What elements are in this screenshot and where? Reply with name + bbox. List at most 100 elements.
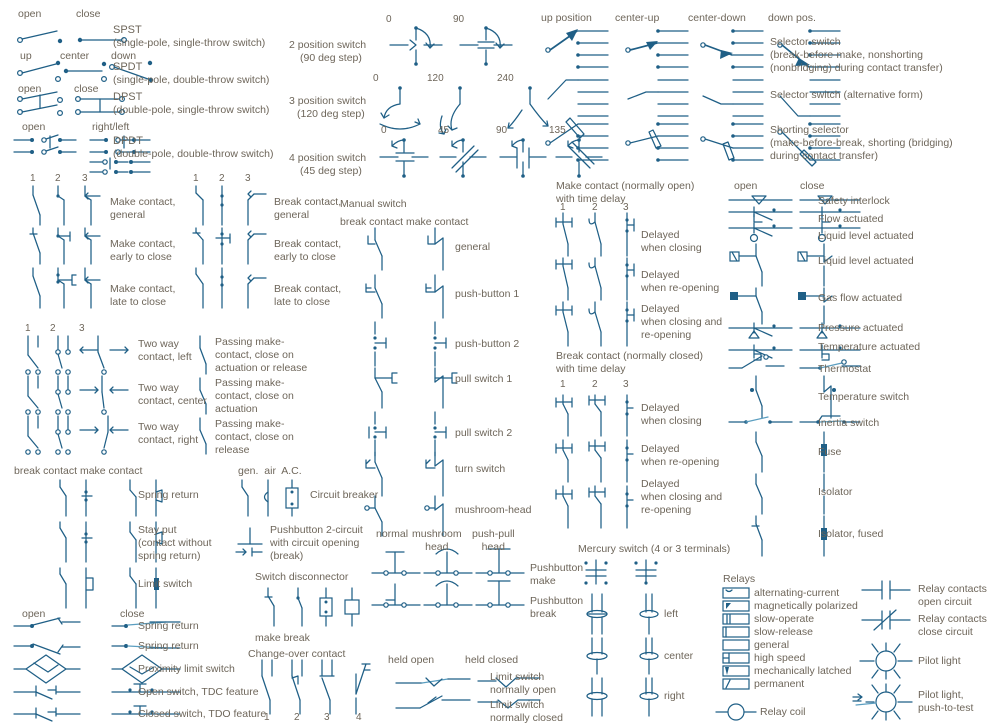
label-3pos-angle-0: 0 xyxy=(373,73,379,84)
label-td-break-3-l2: when closing and xyxy=(641,491,723,503)
label-relays-title: Relays xyxy=(723,573,756,585)
label-selector-1-l2: (break-before-make, nonshorting xyxy=(770,49,923,61)
label-spdt-desc: (single-pole, double-throw switch) xyxy=(113,74,270,86)
label-2pos-step: (90 deg step) xyxy=(300,52,362,64)
symbol-dpdt-open xyxy=(13,134,77,155)
label-4pos-name: 4 position switch xyxy=(289,152,367,164)
label-relaycontacts-open-l1: Relay contacts, xyxy=(918,583,987,595)
label-oc-row-5: Closed switch, TDO feature xyxy=(138,708,267,720)
label-held-open: held open xyxy=(388,654,435,666)
label-twoway-2-l1: Two way xyxy=(138,382,179,394)
label-act-pressure: Pressure actuated xyxy=(818,322,904,334)
label-break-2-l2: early to close xyxy=(274,251,336,263)
label-held-closed: held closed xyxy=(465,654,519,666)
label-twoway-1-l2: contact, left xyxy=(138,351,192,363)
label-mercury-left: left xyxy=(664,608,679,620)
label-heldlimit-1-l2: normally open xyxy=(490,684,556,696)
label-break-1-l1: Break contact, xyxy=(274,196,342,208)
label-twoway-num-1: 1 xyxy=(25,323,31,334)
label-oc-row-3: Proximity limit switch xyxy=(138,663,235,675)
label-act-liquid-1: Liquid level actuated xyxy=(818,230,914,242)
label-act-fuse: Fuse xyxy=(818,446,842,458)
symbol-2pos-0 xyxy=(389,26,443,66)
label-pb-normal: normal xyxy=(376,528,409,540)
symbol-spdt-up xyxy=(17,60,61,82)
label-act-thermostat: Thermostat xyxy=(818,363,872,375)
label-breaker-header: gen. air A.C. xyxy=(238,465,302,477)
label-td-make-num-2: 2 xyxy=(592,202,598,213)
label-td-break-3-l3: re-opening xyxy=(641,504,692,516)
label-pb2c-l2: with circuit opening xyxy=(270,537,360,549)
label-make-num-1: 1 xyxy=(30,173,36,184)
label-td-make-num-1: 1 xyxy=(560,202,566,213)
label-mercury-center: center xyxy=(664,650,694,662)
symbol-twoway-contacts xyxy=(25,335,129,455)
symbol-relay-boxes xyxy=(715,587,757,721)
label-3pos-angle-240: 240 xyxy=(497,73,514,84)
label-make-num-2: 2 xyxy=(55,173,61,184)
label-4pos-angle-135: 135 xyxy=(549,125,566,136)
label-dpst-open: open xyxy=(18,83,42,95)
label-break-num-2: 2 xyxy=(219,173,225,184)
label-td-break-num-3: 3 xyxy=(623,379,629,390)
symbol-3pos-240 xyxy=(507,86,549,129)
label-selector-1-l3: (nonbridging) during contact transfer) xyxy=(770,62,943,74)
label-4pos-angle-45: 45 xyxy=(438,125,450,136)
label-dpdt-abbr: DPDT xyxy=(113,135,143,147)
label-3pos-step: (120 deg step) xyxy=(297,108,365,120)
label-pb2c-l3: (break) xyxy=(270,550,304,562)
label-td-break-3-l1: Delayed xyxy=(641,478,680,490)
label-4pos-angle-90: 90 xyxy=(496,125,508,136)
label-break-2-l1: Break contact, xyxy=(274,238,342,250)
symbol-4pos-90 xyxy=(499,138,547,178)
symbol-4pos-45 xyxy=(439,138,487,178)
label-dpdt-open: open xyxy=(22,121,46,133)
label-make-3-l2: late to close xyxy=(110,296,167,308)
label-act-open: open xyxy=(734,180,758,192)
label-td-break-num-2: 2 xyxy=(592,379,598,390)
label-spring-header: break contact make contact xyxy=(14,465,143,477)
label-td-break-2-l2: when re-opening xyxy=(641,456,720,468)
symbol-circuit-breaker xyxy=(241,479,299,517)
label-spdt-up: up xyxy=(20,50,32,62)
label-pb-pushpull: push-pull head xyxy=(472,528,515,553)
label-spst-desc: (single-pole, single-throw switch) xyxy=(113,37,266,49)
label-td-make-1-l1: Delayed xyxy=(641,229,680,241)
label-4pos-angle-0: 0 xyxy=(381,125,387,136)
label-twoway-2-l2: contact, center xyxy=(138,395,207,407)
label-break-num-3: 3 xyxy=(245,173,251,184)
label-twoway-3-l1: Two way xyxy=(138,421,179,433)
label-pilot-pushtotest-l1: Pilot light, xyxy=(918,689,964,701)
label-relay-coil: Relay coil xyxy=(760,706,806,718)
label-manual-subtitle: break contact make contact xyxy=(340,216,469,228)
label-act-liquid-2: Liquid level actuated xyxy=(818,255,914,267)
label-spdt-abbr: SPDT xyxy=(113,61,143,73)
label-dpst-desc: (double-pole, single-throw switch) xyxy=(113,104,270,116)
label-act-flow: Flow actuated xyxy=(818,213,884,225)
label-td-make-2-l2: when re-opening xyxy=(641,282,720,294)
label-break-1-l2: general xyxy=(274,209,310,221)
label-relay-item-2: magnetically polarized xyxy=(754,600,858,612)
symbol-make-contacts xyxy=(29,185,101,309)
label-relay-item-3: slow-operate xyxy=(754,613,815,625)
label-break-3-l1: Break contact, xyxy=(274,283,342,295)
label-circuit-breaker: Circuit breaker xyxy=(310,489,379,501)
label-act-close: close xyxy=(800,180,825,192)
symbol-pushbutton-makebreak xyxy=(371,548,525,608)
label-oc-row-4: Open switch, TDC feature xyxy=(138,686,259,698)
label-act-inertia: Inertia switch xyxy=(818,417,880,429)
label-spdt-center: center xyxy=(60,50,90,62)
label-relaycontacts-close-l2: close circuit xyxy=(918,626,973,638)
label-passing-2-l2: contact, close on xyxy=(215,390,294,402)
label-selector-up-position: up position xyxy=(541,12,592,24)
label-make-1-l2: general xyxy=(110,209,146,221)
label-3pos-angle-120: 120 xyxy=(427,73,444,84)
label-pb-make-l1: Pushbutton xyxy=(530,562,584,574)
label-td-break-num-1: 1 xyxy=(560,379,566,390)
label-dpdt-rightleft: right/left xyxy=(92,121,130,133)
label-4pos-step: (45 deg step) xyxy=(300,165,362,177)
label-act-isolator-fused: Isolator, fused xyxy=(818,528,884,540)
label-spst-open: open xyxy=(18,8,42,20)
label-relay-item-6: high speed xyxy=(754,652,806,664)
label-passing-3-l1: Passing make- xyxy=(215,418,285,430)
